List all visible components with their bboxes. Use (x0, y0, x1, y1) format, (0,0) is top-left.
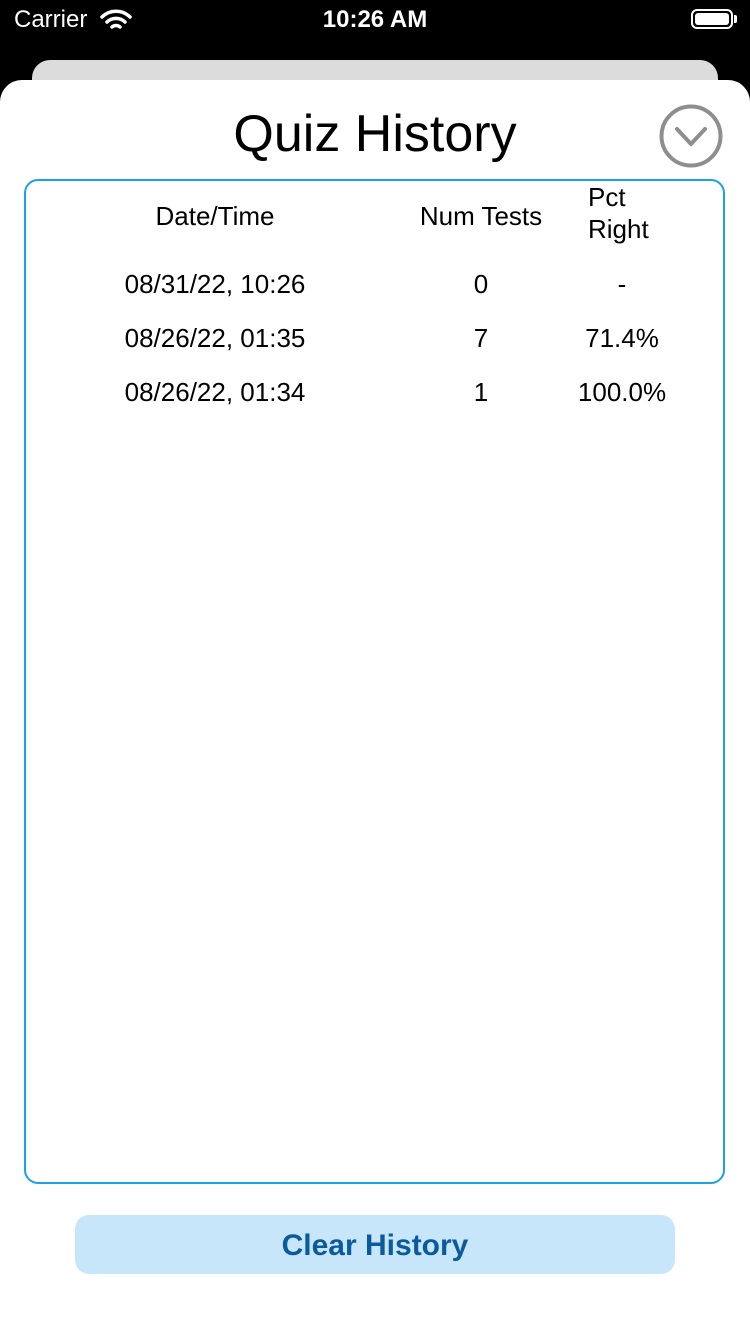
pct-header-line1: Pct (588, 182, 626, 212)
row-date: 08/31/22, 10:26 (124, 269, 306, 299)
page-title: Quiz History (233, 105, 517, 163)
quiz-history-sheet: Quiz History Date/Time Num Tests Pct Rig… (0, 80, 750, 1334)
row-date: 08/26/22, 01:35 (124, 323, 306, 353)
row-pct-right: - (617, 269, 627, 299)
history-table[interactable]: Date/Time Num Tests Pct Right 08/31/22, … (24, 179, 725, 1184)
battery-tip (734, 15, 737, 23)
status-bar: Carrier 10:26 AM (0, 0, 750, 44)
battery-icon (691, 9, 733, 29)
row-pct-right: 100.0% (577, 377, 667, 407)
table-row[interactable]: 08/26/22, 01:34 1 100.0% (26, 377, 726, 431)
row-num-tests: 1 (473, 377, 489, 407)
row-num-tests: 0 (473, 269, 489, 299)
clear-history-button[interactable]: Clear History (75, 1215, 675, 1274)
clock: 10:26 AM (322, 6, 428, 33)
table-row[interactable]: 08/31/22, 10:26 0 - (26, 269, 726, 323)
row-pct-right: 71.4% (585, 323, 659, 353)
pct-header-line2: Right (588, 214, 649, 244)
column-header-date: Date/Time (155, 201, 275, 231)
dismiss-chevron-down-icon[interactable] (659, 104, 723, 168)
row-num-tests: 7 (473, 323, 489, 353)
column-header-pct-right: Pct Right (588, 181, 678, 245)
table-row[interactable]: 08/26/22, 01:35 7 71.4% (26, 323, 726, 377)
row-date: 08/26/22, 01:34 (124, 377, 306, 407)
column-header-num-tests: Num Tests (419, 201, 543, 231)
